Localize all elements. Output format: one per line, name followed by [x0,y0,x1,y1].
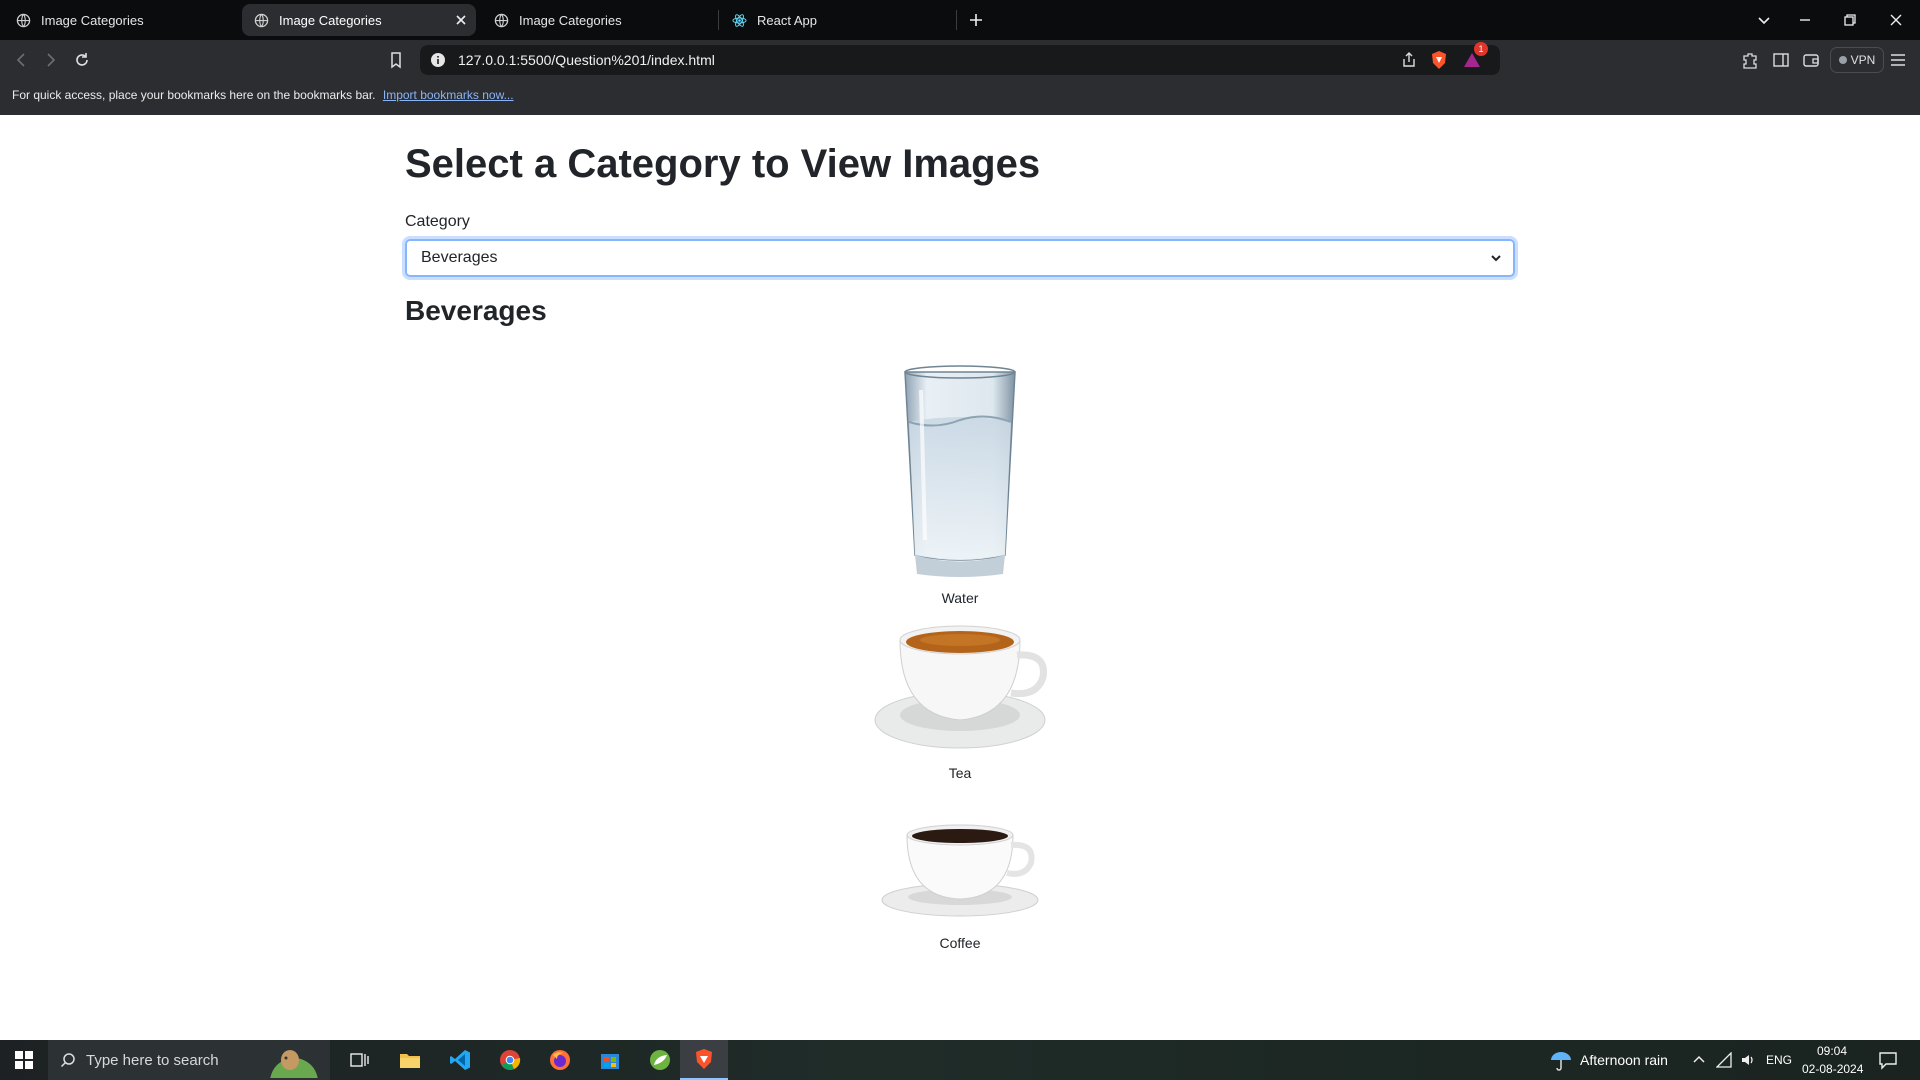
brave-shields-icon[interactable] [1430,50,1448,70]
reload-icon[interactable] [72,50,92,70]
taskbar-search[interactable]: Type here to search [48,1040,330,1080]
restore-icon[interactable] [1840,10,1860,30]
tab-title: Image Categories [519,12,622,28]
network-icon[interactable] [1716,1052,1732,1068]
water-glass-image [904,365,1016,577]
section-title: Beverages [405,295,547,326]
tab-image-categories-3[interactable]: Image Categories [482,4,714,36]
spring-leaf-icon [650,1050,670,1070]
category-select-value: Beverages [421,249,498,266]
image-caption: Coffee [939,935,981,951]
back-arrow-icon[interactable] [12,50,32,70]
url-text: 127.0.0.1:5500/Question%201/index.html [458,52,715,68]
weather-text[interactable]: Afternoon rain [1580,1052,1668,1068]
taskbar-vscode[interactable] [436,1040,484,1080]
image-card-water: Water [405,360,1515,606]
forward-arrow-icon[interactable] [40,50,60,70]
chevron-up-icon[interactable] [1692,1053,1706,1067]
chevron-down-icon [1491,255,1501,262]
address-bar[interactable]: 127.0.0.1:5500/Question%201/index.html 1 [420,42,1500,75]
start-button[interactable] [0,1040,48,1080]
share-icon[interactable] [1400,51,1418,69]
coffee-cup-image [881,824,1039,917]
minimize-icon[interactable] [1795,10,1815,30]
tab-title: React App [757,12,817,28]
search-highlight-illustration-icon [270,1050,318,1078]
clock-date[interactable]: 02-08-2024 [1802,1062,1863,1076]
chrome-icon [500,1050,521,1070]
file-explorer-icon [400,1054,420,1068]
bookmarks-prompt: For quick access, place your bookmarks h… [12,88,376,102]
category-select[interactable]: Beverages [405,239,1515,277]
vpn-status-dot-icon [1838,56,1847,64]
language-indicator[interactable]: ENG [1766,1053,1792,1067]
category-label: Category [405,213,470,230]
image-card-coffee: Coffee [405,815,1515,951]
task-view-button[interactable] [336,1040,384,1080]
site-info-icon[interactable] [430,52,446,68]
windows-logo-icon [15,1051,33,1069]
globe-icon [16,13,31,27]
tab-list-chevron-icon[interactable] [1754,10,1774,30]
image-card-tea: Tea [405,615,1515,781]
sidebar-icon[interactable] [1771,50,1791,70]
close-window-icon[interactable] [1886,10,1906,30]
tab-react-app[interactable]: React App [720,4,952,36]
tea-cup-image [874,625,1047,749]
extensions-icon[interactable] [1740,50,1760,70]
page-title: Select a Category to View Images [405,142,1041,186]
notification-badge: 1 [1474,42,1488,56]
tab-bar: Image Categories Image Categories Image … [0,0,1920,40]
vscode-icon [450,1050,470,1070]
react-icon [732,13,747,27]
vpn-label: VPN [1850,53,1876,67]
search-icon [60,1053,75,1068]
taskbar-chrome[interactable] [486,1040,534,1080]
taskbar-firefox[interactable] [536,1040,584,1080]
taskbar-brave[interactable] [680,1040,728,1080]
globe-icon [494,13,509,27]
task-view-icon [350,1053,369,1067]
import-bookmarks-link[interactable]: Import bookmarks now... [383,88,514,102]
search-placeholder: Type here to search [86,1051,219,1069]
tab-image-categories-active[interactable]: Image Categories [242,4,476,36]
tab-separator [956,10,957,30]
taskbar: Type here to search Afternoon rain ENG 0… [0,1040,1920,1080]
tab-title: Image Categories [279,12,382,28]
store-icon [601,1054,619,1069]
clock-time[interactable]: 09:04 [1817,1044,1847,1058]
taskbar-store[interactable] [586,1040,634,1080]
image-caption: Water [941,590,979,606]
bookmark-icon[interactable] [386,50,406,70]
weather-rain-icon[interactable] [1548,1048,1574,1072]
bookmarks-bar: For quick access, place your bookmarks h… [0,80,1920,115]
volume-icon[interactable] [1740,1052,1756,1068]
image-caption: Tea [948,765,972,781]
close-tab-icon[interactable] [454,13,468,27]
menu-icon[interactable] [1888,50,1908,70]
page-content: Select a Category to View Images Categor… [0,115,1920,1040]
firefox-icon [550,1050,570,1070]
tab-image-categories-1[interactable]: Image Categories [4,4,236,36]
taskbar-file-explorer[interactable] [386,1040,434,1080]
tab-separator [718,10,719,30]
brave-icon [696,1049,712,1069]
new-tab-icon[interactable] [966,10,986,30]
vpn-button[interactable]: VPN [1830,47,1884,73]
notifications-icon[interactable] [1878,1050,1898,1070]
wallet-icon[interactable] [1801,50,1821,70]
tab-title: Image Categories [41,12,144,28]
content-container: Select a Category to View Images Categor… [405,115,1515,951]
globe-icon [254,13,269,27]
taskbar-spring-tool[interactable] [636,1040,684,1080]
